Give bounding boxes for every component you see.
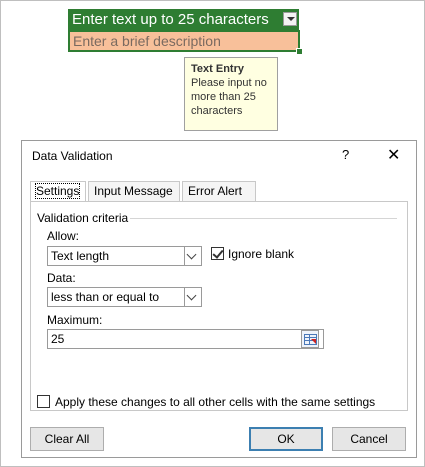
clear-all-button[interactable]: Clear All [30, 427, 104, 451]
maximum-input[interactable]: 25 [47, 329, 324, 349]
input-message-tooltip: Text Entry Please input no more than 25 … [184, 57, 278, 131]
data-label: Data: [47, 271, 76, 285]
checkmark-icon [212, 247, 224, 259]
maximum-label: Maximum: [47, 313, 103, 327]
cell-dropdown-icon[interactable] [283, 12, 297, 26]
tab-settings[interactable]: Settings [30, 181, 86, 202]
fill-handle[interactable] [296, 48, 303, 55]
ignore-blank-checkbox[interactable] [211, 247, 224, 260]
data-select[interactable]: less than or equal to [47, 287, 202, 307]
group-divider [130, 218, 397, 219]
header-cell[interactable]: Enter text up to 25 characters [68, 9, 299, 30]
chevron-down-icon [184, 288, 201, 306]
apply-all-label[interactable]: Apply these changes to all other cells w… [55, 395, 375, 409]
tab-error-alert[interactable]: Error Alert [182, 181, 256, 201]
help-icon[interactable]: ? [342, 147, 349, 162]
allow-select-value: Text length [51, 249, 110, 263]
tab-input-message[interactable]: Input Message [88, 181, 180, 201]
dialog-title: Data Validation [32, 149, 113, 163]
close-icon[interactable]: ✕ [387, 145, 400, 165]
data-select-value: less than or equal to [51, 290, 160, 304]
tooltip-body: Please input no more than 25 characters [191, 77, 267, 117]
allow-label: Allow: [47, 229, 80, 243]
ok-button[interactable]: OK [249, 427, 323, 451]
range-select-button[interactable] [301, 330, 319, 348]
apply-all-checkbox[interactable] [37, 395, 50, 408]
tooltip-title: Text Entry [191, 63, 244, 75]
data-validation-dialog: Data Validation ? ✕ Settings Input Messa… [21, 140, 417, 458]
input-cell[interactable]: Enter a brief description [68, 30, 300, 52]
allow-select[interactable]: Text length [47, 246, 202, 266]
cancel-button[interactable]: Cancel [332, 427, 406, 451]
validation-criteria-heading: Validation criteria [37, 211, 129, 225]
input-cell-text: Enter a brief description [70, 32, 298, 50]
ignore-blank-label[interactable]: Ignore blank [228, 247, 294, 261]
chevron-down-icon [184, 247, 201, 265]
